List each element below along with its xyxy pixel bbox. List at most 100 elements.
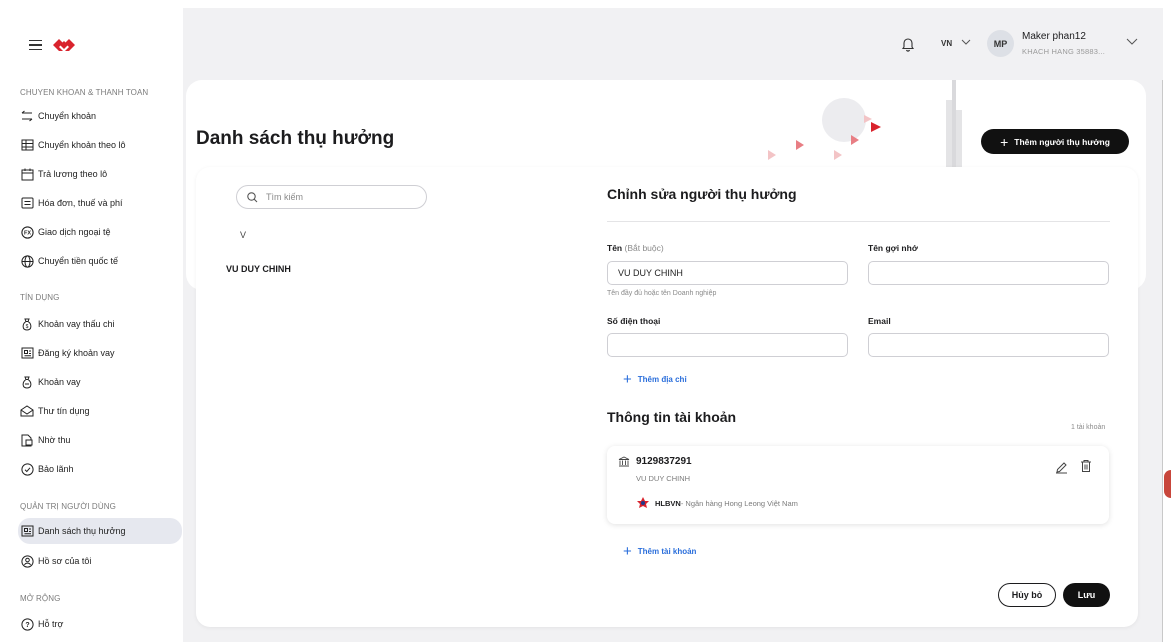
sidebar-item-batch-transfer[interactable]: Chuyển khoản theo lô [20,132,182,158]
bank-brand-icon [637,497,649,508]
profile-icon [20,554,34,568]
sidebar-item-bills[interactable]: Hóa đơn, thuế và phí [20,190,182,216]
email-field[interactable] [868,333,1109,357]
bell-icon[interactable] [901,36,915,52]
sidebar-item-label: Bảo lãnh [38,464,74,474]
add-address-label: Thêm địa chỉ [637,375,687,384]
sidebar-item-international-transfer[interactable]: Chuyển tiền quốc tế [20,248,182,274]
bank-name: - Ngân hàng Hong Leong Việt Nam [680,498,798,508]
name-field[interactable]: VU DUY CHINH [607,261,848,285]
svg-text:?: ? [25,622,29,629]
sidebar-item-label: Hỗ trợ [38,619,64,629]
account-owner: VU DUY CHINH [636,474,691,483]
sidebar-item-label: Chuyển khoản [38,111,97,121]
globe-icon [20,254,34,268]
help-icon: ? [20,617,34,631]
sidebar-item-label: Thư tín dụng [38,406,90,416]
add-beneficiary-button[interactable]: + Thêm người thụ hưởng [981,129,1129,154]
top-header: VN MP Maker phan12 KHACH HANG 35883... [8,8,1163,80]
nickname-label: Tên gợi nhớ [868,243,918,253]
letter-icon [20,404,34,418]
phone-label: Số điện thoại [607,316,661,326]
add-account-label: Thêm tài khoản [637,547,697,556]
account-section-title: Thông tin tài khoản [607,409,737,425]
sidebar-item-my-profile[interactable]: Hồ sơ của tôi [20,548,182,574]
beneficiary-list-item[interactable]: VU DUY CHINH [226,264,291,274]
avatar[interactable]: MP [987,30,1014,57]
sidebar-item-overdraft[interactable]: $ Khoản vay thấu chi [20,311,182,337]
sidebar-item-help[interactable]: ? Hỗ trợ [20,611,182,637]
sidebar-section-title: CHUYEN KHOAN & THANH TOAN [20,88,149,97]
plus-icon: + [623,371,632,388]
sidebar-item-label: Giao dịch ngoại tệ [38,227,111,237]
floating-widget-edge[interactable] [1164,470,1171,498]
account-count: 1 tài khoản [1071,424,1106,431]
sidebar-item-label: Khoản vay [38,377,81,387]
add-address-button[interactable]: + Thêm địa chỉ [623,372,687,387]
search-input[interactable]: Tìm kiếm [236,185,427,209]
sidebar-item-fx[interactable]: FX Giao dịch ngoại tệ [20,219,182,245]
group-letter: V [240,230,247,240]
contacts-icon [20,524,34,538]
required-note: (Bắt buộc) [624,243,664,253]
shield-check-icon [20,462,34,476]
sidebar-item-loan[interactable]: Khoản vay [20,369,182,395]
svg-text:$: $ [26,324,29,330]
transfer-icon [20,109,34,123]
phone-field[interactable] [607,333,848,357]
sidebar-item-label: Hồ sơ của tôi [38,556,92,566]
edit-icon[interactable] [1055,461,1068,474]
sidebar-section-title: QUẢN TRỊ NGƯỜI DÙNG [20,502,116,511]
register-icon [20,346,34,360]
svg-text:FX: FX [23,230,30,236]
bank-info: HLBVN - Ngân hàng Hong Leong Việt Nam [636,496,798,510]
bank-code: HLBVN [655,498,681,508]
form-title: Chỉnh sửa người thụ hưởng [607,186,797,202]
page-title: Danh sách thụ hưởng [196,128,395,149]
sidebar-item-transfer[interactable]: Chuyển khoản [20,103,182,129]
plus-icon: + [623,543,632,560]
nickname-field[interactable] [868,261,1109,285]
user-customer-id: KHACH HANG 35883... [1022,47,1105,56]
sidebar-section-title: MỞ RỘNG [20,594,61,603]
logo-area [8,8,183,80]
sidebar-item-guarantee[interactable]: Bảo lãnh [20,456,182,482]
sidebar-item-beneficiaries[interactable]: Danh sách thụ hưởng [18,518,182,544]
email-label: Email [868,316,891,326]
chevron-down-icon[interactable] [961,38,971,46]
sidebar-section-title: TÍN DỤNG [20,293,60,302]
loan-icon [20,375,34,389]
account-number: 9129837291 [636,456,692,467]
table-icon [20,138,34,152]
calendar-icon [20,167,34,181]
add-account-button[interactable]: + Thêm tài khoản [623,544,696,559]
sidebar-item-label: Danh sách thụ hưởng [38,526,126,536]
fx-icon: FX [20,225,34,239]
sidebar-item-label: Khoản vay thấu chi [38,319,115,329]
user-name: Maker phan12 [1022,31,1086,42]
sidebar-item-loan-register[interactable]: Đăng ký khoản vay [20,340,182,366]
bank-logo[interactable] [53,36,75,54]
cancel-button[interactable]: Hủy bỏ [998,583,1056,607]
sidebar-item-label: Trả lương theo lô [38,169,108,179]
save-button[interactable]: Lưu [1063,583,1110,607]
sidebar-item-label: Đăng ký khoản vay [38,348,115,358]
search-placeholder: Tìm kiếm [266,192,303,202]
sidebar-item-letter-of-credit[interactable]: Thư tín dụng [20,398,182,424]
bill-icon [20,196,34,210]
divider [607,221,1110,222]
menu-icon[interactable] [29,40,42,51]
chevron-down-icon[interactable] [1126,37,1138,46]
sidebar-item-label: Nhờ thu [38,435,71,445]
document-icon [20,433,34,447]
plus-icon: + [1000,133,1009,150]
sidebar-item-label: Hóa đơn, thuế và phí [38,198,123,208]
sidebar-item-collection[interactable]: Nhờ thu [20,427,182,453]
name-label-text: Tên [607,243,623,253]
name-label: Tên (Bắt buộc) [607,243,664,253]
money-bag-icon: $ [20,317,34,331]
search-icon [247,191,258,203]
sidebar-item-batch-payroll[interactable]: Trả lương theo lô [20,161,182,187]
language-selector[interactable]: VN [941,39,952,48]
delete-icon[interactable] [1080,459,1092,473]
